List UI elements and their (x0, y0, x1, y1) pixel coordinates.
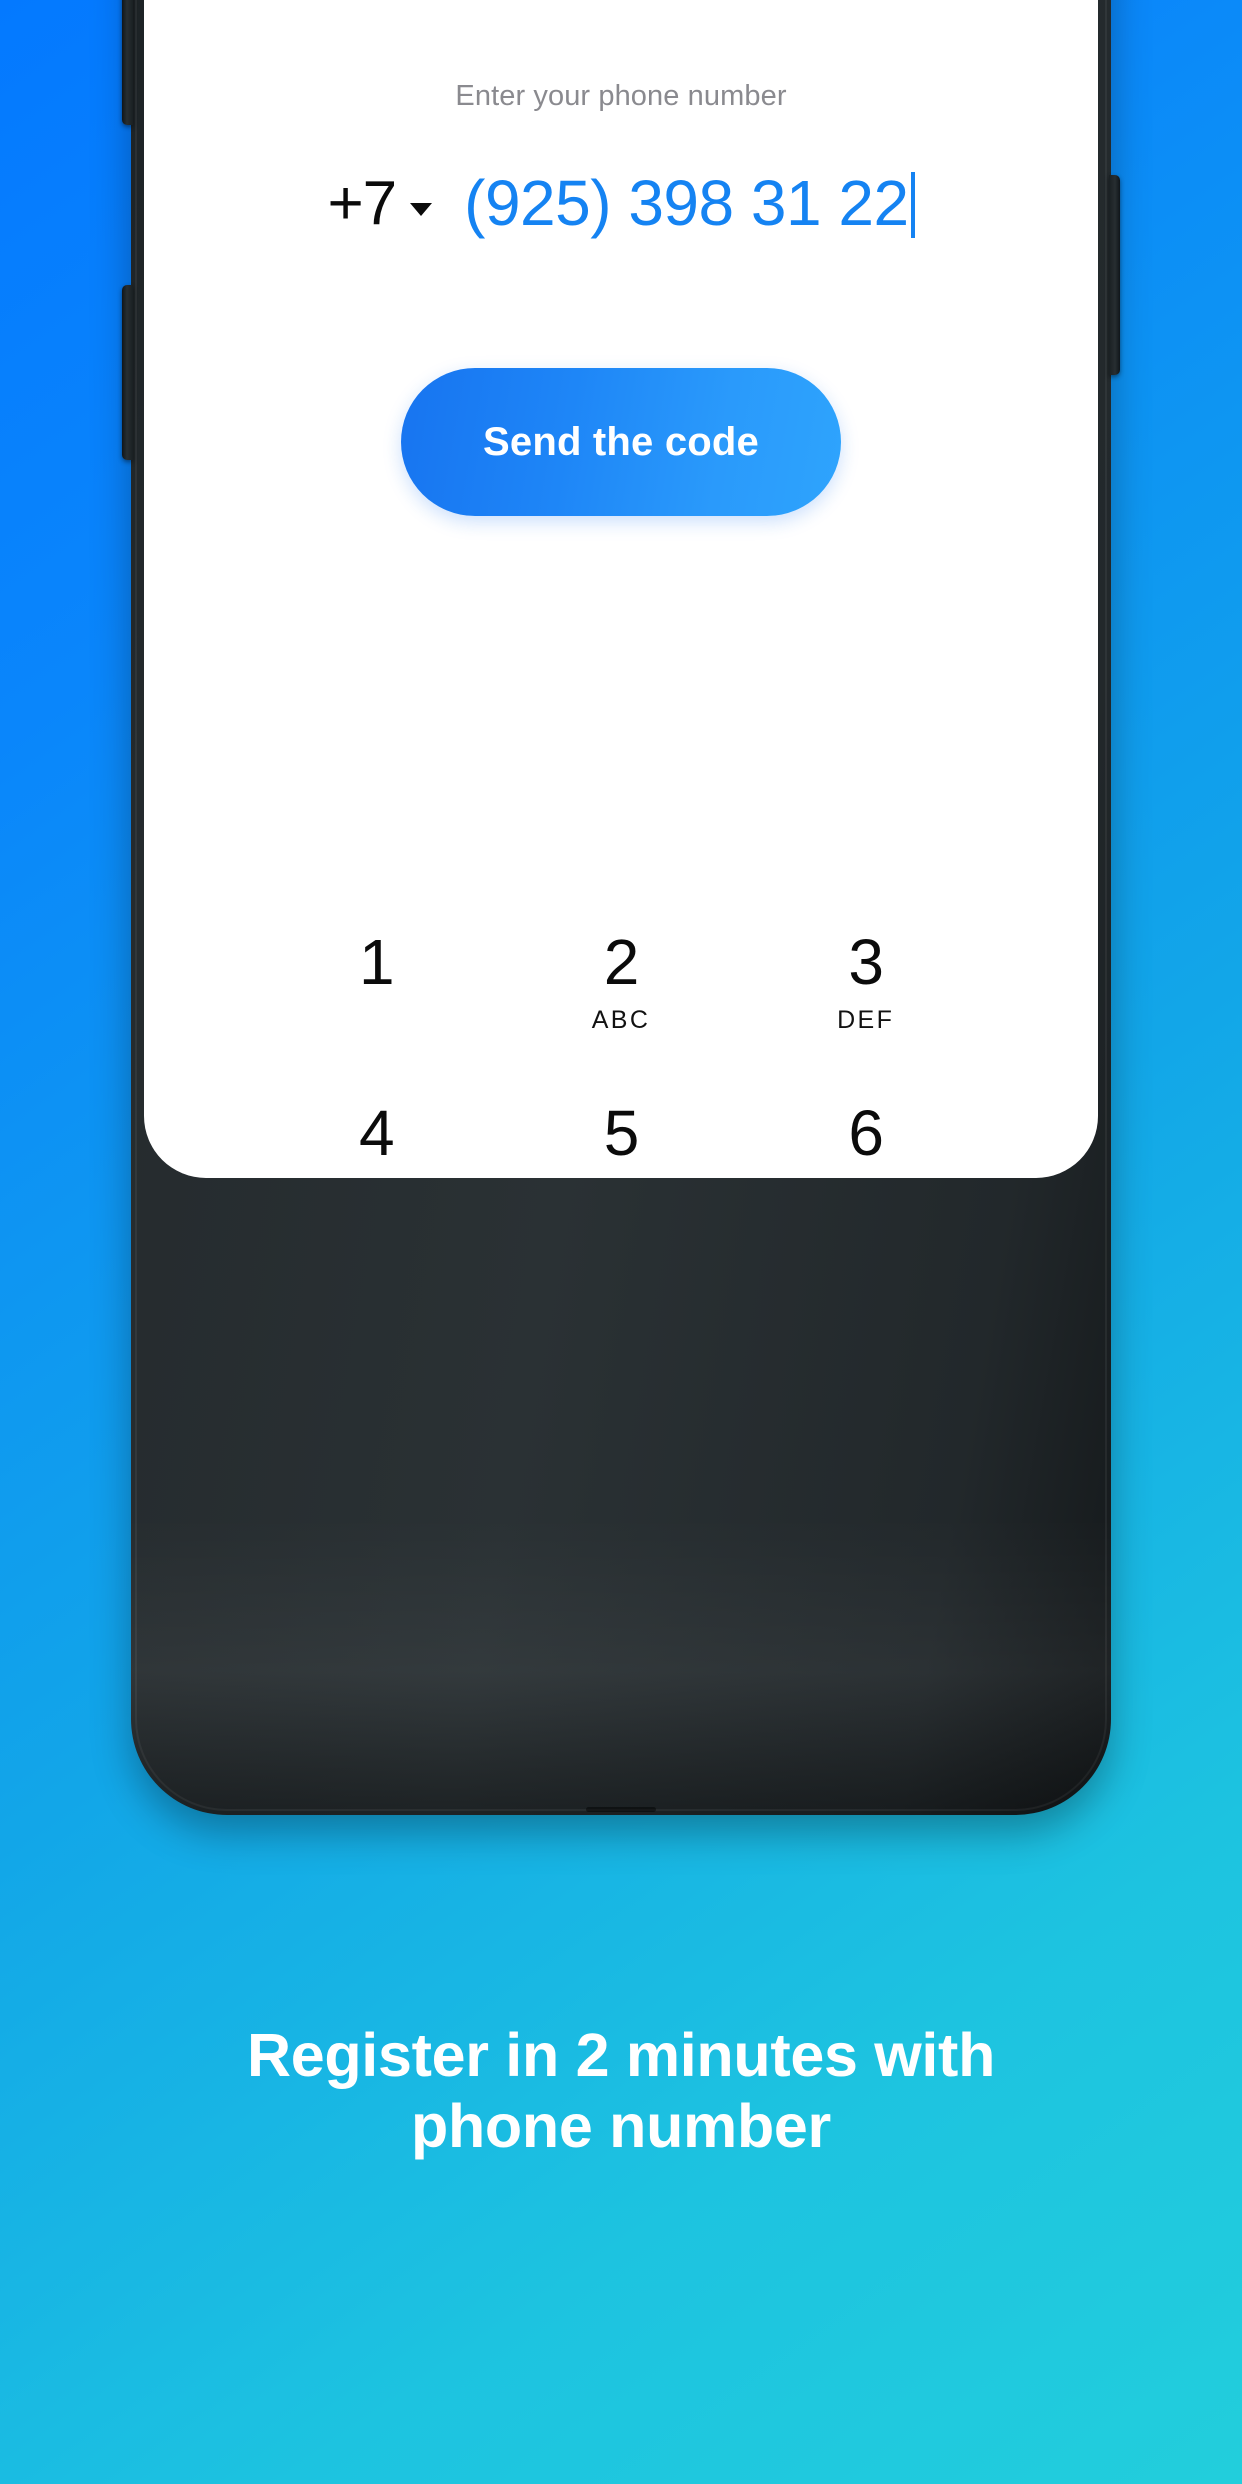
key-digit: 4 (359, 1097, 395, 1169)
key-digit: 3 (848, 926, 884, 998)
bottom-speaker-slit (586, 1807, 656, 1812)
key-digit: 5 (603, 1097, 640, 1169)
caption-line-2: phone number (410, 2092, 831, 2161)
keypad-key-3[interactable]: 3 DEF (743, 908, 988, 1079)
key-letters: MNO (833, 1177, 899, 1178)
volume-up-button[interactable] (122, 0, 133, 125)
key-letters: JKL (596, 1177, 646, 1178)
keypad-key-2[interactable]: 2 ABC (499, 908, 744, 1079)
phone-registration-screen: Enter your phone number +7 (925) 398 31 … (144, 0, 1098, 1178)
key-letters: DEF (837, 1006, 895, 1034)
text-cursor (910, 171, 915, 238)
phone-device-mockup: Enter your phone number +7 (925) 398 31 … (122, 0, 1120, 1815)
phone-number-value: (925) 398 31 22 (464, 166, 909, 239)
send-code-button[interactable]: Send the code (401, 368, 841, 516)
caption-line-1: Register in 2 minutes with (246, 2021, 996, 2089)
keypad-key-4[interactable]: 4 GHI (254, 1079, 499, 1178)
keypad-row: 1 2 ABC 3 DEF (254, 908, 988, 1079)
volume-down-button[interactable] (122, 285, 133, 460)
power-button[interactable] (1109, 175, 1120, 375)
promo-caption: Register in 2 minutes with phone number (0, 2020, 1242, 2163)
country-code-selector[interactable]: +7 (327, 169, 433, 238)
key-digit: 2 (603, 926, 640, 998)
key-digit: 6 (848, 1097, 884, 1169)
numeric-keypad: 1 2 ABC 3 DEF 4 GHI (144, 908, 1098, 1178)
phone-number-input-row: +7 (925) 398 31 22 (144, 160, 1098, 248)
key-letters: GHI (351, 1177, 403, 1178)
keypad-key-6[interactable]: 6 MNO (743, 1079, 988, 1178)
keypad-key-1[interactable]: 1 (254, 908, 499, 1079)
country-code-value: +7 (327, 169, 397, 238)
key-digit: 1 (359, 926, 395, 998)
chevron-down-icon (410, 202, 433, 216)
keypad-row: 4 GHI 5 JKL 6 MNO (254, 1079, 988, 1178)
key-letters: ABC (591, 1006, 651, 1034)
prompt-label: Enter your phone number (455, 80, 787, 112)
phone-screen: Enter your phone number +7 (925) 398 31 … (144, 0, 1098, 1178)
keypad-key-5[interactable]: 5 JKL (499, 1079, 744, 1178)
phone-number-input[interactable]: (925) 398 31 22 (464, 171, 915, 238)
